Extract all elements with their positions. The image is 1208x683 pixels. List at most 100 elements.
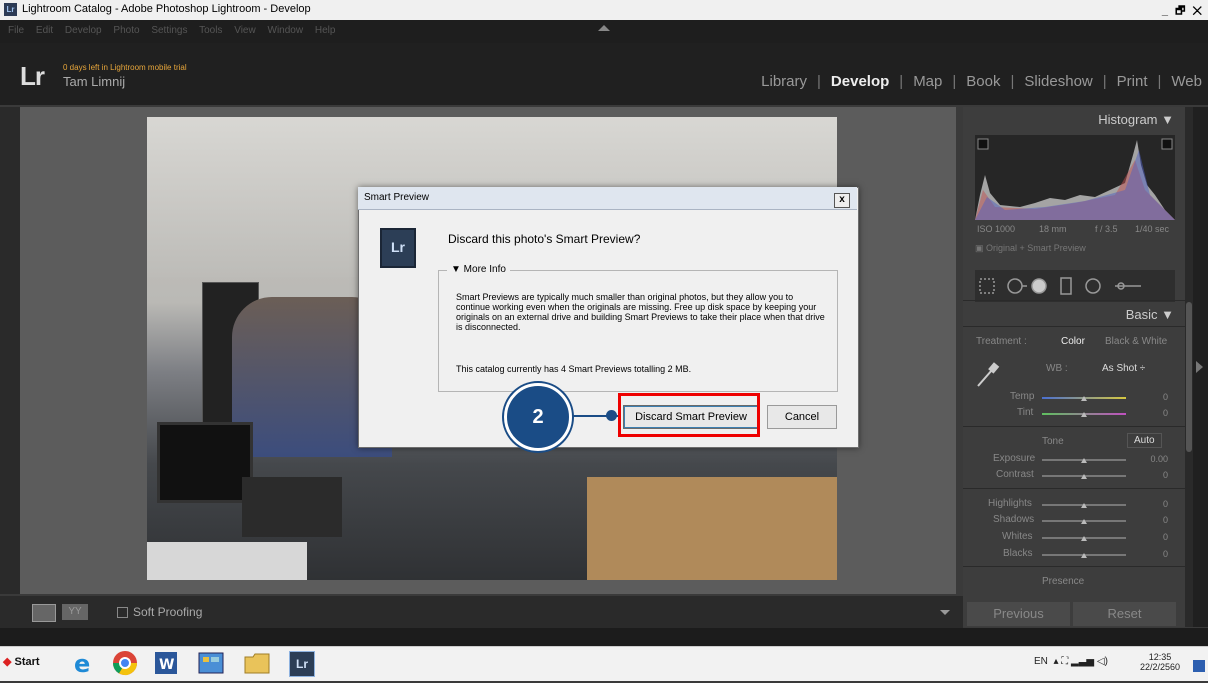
temp-label: Temp xyxy=(1010,391,1035,402)
soft-proofing-checkbox[interactable] xyxy=(117,607,128,618)
contrast-slider-knob[interactable] xyxy=(1081,474,1087,479)
file-explorer-icon[interactable] xyxy=(242,648,272,678)
window-title: Lightroom Catalog - Adobe Photoshop Ligh… xyxy=(22,3,311,15)
tint-slider-knob[interactable] xyxy=(1081,412,1087,417)
whites-label: Whites xyxy=(1002,531,1033,542)
step-pointer-dot xyxy=(606,410,617,421)
exif-shutter: 1/40 sec xyxy=(1135,224,1170,234)
radial-filter-icon[interactable] xyxy=(1085,278,1101,294)
wb-select[interactable]: As Shot ÷ xyxy=(1102,363,1145,374)
dialog-title: Smart Preview xyxy=(364,192,430,203)
shadows-value[interactable]: 0 xyxy=(1138,515,1168,525)
histogram-header[interactable]: Histogram ▼ xyxy=(1098,112,1174,127)
temp-slider-knob[interactable] xyxy=(1081,396,1087,401)
module-map[interactable]: Map xyxy=(913,73,942,90)
basic-header[interactable]: Basic ▼ xyxy=(1126,307,1174,322)
blacks-label: Blacks xyxy=(1003,548,1033,559)
chrome-icon[interactable] xyxy=(110,648,140,678)
shadows-slider-knob[interactable] xyxy=(1081,519,1087,524)
toolbar-menu-icon[interactable] xyxy=(940,610,950,615)
contrast-value[interactable]: 0 xyxy=(1138,470,1168,480)
menu-bar: File Edit Develop Photo Settings Tools V… xyxy=(0,20,1208,43)
treatment-color[interactable]: Color xyxy=(1061,336,1085,347)
contrast-label: Contrast xyxy=(996,469,1034,480)
dialog-title-bar: Smart Preview xyxy=(358,187,857,210)
highlights-slider-knob[interactable] xyxy=(1081,503,1087,508)
module-develop[interactable]: Develop xyxy=(831,73,889,90)
language-indicator[interactable]: EN xyxy=(1034,656,1048,667)
expand-right-icon xyxy=(1196,361,1203,373)
graduated-filter-icon[interactable] xyxy=(1060,277,1072,295)
window-title-bar: Lr Lightroom Catalog - Adobe Photoshop L… xyxy=(0,0,1208,21)
lr-logo: Lr xyxy=(20,61,45,91)
exposure-slider-knob[interactable] xyxy=(1081,458,1087,463)
left-panel-toggle[interactable] xyxy=(0,107,20,594)
whites-value[interactable]: 0 xyxy=(1138,532,1168,542)
menu-develop[interactable]: Develop xyxy=(65,25,102,36)
blacks-value[interactable]: 0 xyxy=(1138,549,1168,559)
shadows-label: Shadows xyxy=(993,514,1035,525)
cancel-button[interactable]: Cancel xyxy=(767,405,837,429)
tool-strip xyxy=(975,270,1175,302)
red-eye-icon[interactable] xyxy=(1031,278,1047,294)
control-panel-icon[interactable] xyxy=(196,648,226,678)
previous-button[interactable]: Previous xyxy=(967,602,1070,626)
start-button[interactable]: ◆ Start xyxy=(3,655,40,668)
histogram[interactable] xyxy=(975,135,1175,220)
module-slideshow[interactable]: Slideshow xyxy=(1024,73,1092,90)
treatment-bw[interactable]: Black & White xyxy=(1105,336,1167,347)
crop-tool-icon[interactable] xyxy=(979,278,995,294)
module-picker: Library | Develop | Map | Book | Slideshow | Print… xyxy=(761,73,1202,90)
lightroom-taskbar-icon[interactable]: Lr xyxy=(286,648,316,678)
treatment-label: Treatment : xyxy=(976,336,1027,347)
reset-button[interactable]: Reset xyxy=(1073,602,1176,626)
right-panel-toggle[interactable] xyxy=(1193,107,1208,627)
dialog-lr-logo: Lr xyxy=(380,228,416,268)
window-controls[interactable]: _ 🗗 ✕ xyxy=(1162,2,1204,21)
dialog-close-button[interactable]: x xyxy=(834,193,850,208)
menu-tools[interactable]: Tools xyxy=(199,25,222,36)
internet-explorer-icon[interactable]: e xyxy=(68,648,98,678)
menu-view[interactable]: View xyxy=(234,25,256,36)
word-icon[interactable]: W xyxy=(152,648,182,678)
exif-iso: ISO 1000 xyxy=(977,224,1016,234)
show-desktop-icon[interactable] xyxy=(1193,660,1205,672)
identity-bar: Lr 0 days left in Lightroom mobile trial… xyxy=(0,43,1208,105)
system-tray[interactable]: EN ▴ ⛶ ▂▃▅ ◁) xyxy=(1034,656,1108,667)
presence-label: Presence xyxy=(1042,576,1085,587)
temp-value[interactable]: 0 xyxy=(1138,392,1168,402)
highlights-label: Highlights xyxy=(988,498,1032,509)
module-print[interactable]: Print xyxy=(1117,73,1148,90)
eyedropper-icon[interactable] xyxy=(975,360,1001,388)
dialog-question: Discard this photo's Smart Preview? xyxy=(448,232,641,246)
menu-help[interactable]: Help xyxy=(315,25,336,36)
trial-notice[interactable]: 0 days left in Lightroom mobile trial xyxy=(63,63,187,72)
module-book[interactable]: Book xyxy=(966,73,1000,90)
tint-value[interactable]: 0 xyxy=(1138,408,1168,418)
collapse-top-panel-icon[interactable] xyxy=(598,25,610,31)
exif-aperture: f / 3.5 xyxy=(1095,224,1118,234)
blacks-slider-knob[interactable] xyxy=(1081,553,1087,558)
menu-edit[interactable]: Edit xyxy=(36,25,53,36)
right-panel-scrollbar[interactable] xyxy=(1185,107,1193,627)
exif-info: ISO 1000 18 mm f / 3.5 1/40 sec xyxy=(975,222,1175,240)
before-after-icon[interactable]: YY xyxy=(62,604,88,620)
menu-photo[interactable]: Photo xyxy=(113,25,139,36)
spot-removal-icon[interactable] xyxy=(1007,278,1023,294)
filmstrip-toggle[interactable] xyxy=(0,628,1208,646)
menu-settings[interactable]: Settings xyxy=(151,25,187,36)
loupe-view-icon[interactable] xyxy=(32,604,56,622)
exposure-label: Exposure xyxy=(993,453,1036,464)
module-library[interactable]: Library xyxy=(761,73,807,90)
svg-text:W: W xyxy=(159,657,174,673)
menu-file[interactable]: File xyxy=(8,25,24,36)
whites-slider-knob[interactable] xyxy=(1081,536,1087,541)
exif-focal: 18 mm xyxy=(1039,224,1067,234)
menu-window[interactable]: Window xyxy=(268,25,304,36)
module-web[interactable]: Web xyxy=(1171,73,1202,90)
more-info-toggle[interactable]: ▼ More Info xyxy=(447,264,510,275)
auto-button[interactable]: Auto xyxy=(1127,433,1162,448)
exposure-value[interactable]: 0.00 xyxy=(1138,454,1168,464)
highlights-value[interactable]: 0 xyxy=(1138,499,1168,509)
clock[interactable]: 12:35 22/2/2560 xyxy=(1140,652,1180,672)
